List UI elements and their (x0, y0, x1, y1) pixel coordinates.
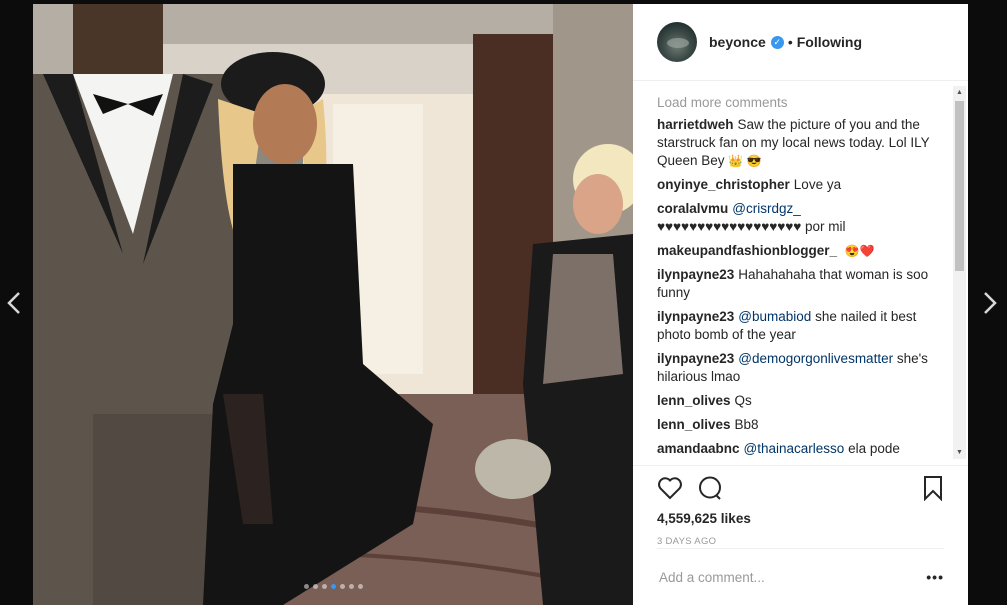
comment-item: ilynpayne23 @bumabiod she nailed it best … (657, 308, 944, 344)
post-modal: beyonce ✓ • Following Load more comments… (33, 4, 968, 605)
comment-mention[interactable]: @crisrdgz_ (732, 201, 800, 216)
photo-scene (33, 4, 633, 605)
comment-username[interactable]: ilynpayne23 (657, 351, 734, 366)
heart-icon[interactable] (657, 475, 683, 501)
scroll-down-arrow-icon[interactable]: ▼ (953, 446, 966, 459)
separator-dot: • (787, 34, 793, 50)
carousel-dot (312, 584, 318, 589)
comment-text: Bb8 (734, 417, 759, 432)
comment-username[interactable]: amandaabnc (657, 441, 740, 456)
comment-item: coralalvmu @crisrdgz_ ♥♥♥♥♥♥♥♥♥♥♥♥♥♥♥♥♥♥ … (657, 200, 944, 236)
comment-username[interactable]: lenn_olives (657, 417, 731, 432)
comment-mention[interactable]: @thainacarlesso (744, 441, 845, 456)
comment-mention[interactable]: @bumabiod (738, 309, 811, 324)
comment-username[interactable]: lenn_olives (657, 393, 731, 408)
carousel-indicator (33, 584, 633, 589)
comment-username[interactable]: ilynpayne23 (657, 267, 734, 282)
following-button[interactable]: Following (797, 34, 862, 50)
chevron-right-icon[interactable] (979, 288, 1001, 318)
comment-item: makeupandfashionblogger_ 😍❤️ (657, 242, 944, 260)
comment-username[interactable]: harrietdweh (657, 117, 734, 132)
comment-icon[interactable] (697, 475, 723, 501)
comment-username[interactable]: makeupandfashionblogger_ (657, 243, 837, 258)
post-header: beyonce ✓ • Following (633, 4, 968, 81)
comment-username[interactable]: ilynpayne23 (657, 309, 734, 324)
comment-emoji: 😍❤️ (844, 244, 875, 258)
comment-text: ela pode (848, 441, 900, 456)
carousel-dot (330, 584, 336, 589)
more-options-icon[interactable]: ••• (926, 569, 944, 585)
post-actions (633, 465, 968, 509)
carousel-dot (348, 584, 354, 589)
scroll-up-arrow-icon[interactable]: ▲ (953, 86, 966, 99)
carousel-dot (339, 584, 345, 589)
comment-item: ilynpayne23 @demogorgonlivesmatter she's … (657, 350, 944, 386)
username-link[interactable]: beyonce (709, 34, 766, 50)
chevron-left-icon[interactable] (3, 288, 25, 318)
carousel-dot (357, 584, 363, 589)
comments-list[interactable]: Load more comments harrietdweh Saw the pi… (633, 81, 968, 461)
avatar[interactable] (657, 22, 697, 62)
post-timestamp[interactable]: 3 DAYS AGO (633, 536, 968, 547)
load-more-comments-button[interactable]: Load more comments (657, 95, 944, 110)
comment-item: onyinye_christopher Love ya (657, 176, 944, 194)
verified-badge-icon: ✓ (770, 35, 784, 49)
comment-item: harrietdweh Saw the picture of you and th… (657, 116, 944, 170)
comment-text: ♥♥♥♥♥♥♥♥♥♥♥♥♥♥♥♥♥♥ por mil (657, 219, 846, 234)
likes-count[interactable]: 4,559,625 likes (633, 511, 968, 526)
comment-username[interactable]: onyinye_christopher (657, 177, 790, 192)
comment-item: lenn_olives Bb8 (657, 416, 944, 434)
comment-username[interactable]: coralalvmu (657, 201, 728, 216)
carousel-dot (321, 584, 327, 589)
comment-item: ilynpayne23 Hahahahaha that woman is soo … (657, 266, 944, 302)
carousel-dot (303, 584, 309, 589)
comment-emoji: 👑 😎 (728, 154, 762, 168)
comment-text: Love ya (793, 177, 842, 192)
comment-mention[interactable]: @demogorgonlivesmatter (738, 351, 893, 366)
comment-item: amandaabnc @thainacarlesso ela pode (657, 440, 944, 458)
bookmark-icon[interactable] (922, 475, 944, 501)
post-photo[interactable] (33, 4, 633, 605)
scrollbar-thumb[interactable] (955, 101, 964, 271)
add-comment-input[interactable] (657, 568, 927, 586)
comment-text: Qs (734, 393, 752, 408)
post-sidebar: beyonce ✓ • Following Load more comments… (633, 4, 968, 605)
add-comment-bar: ••• (657, 548, 944, 605)
comments-scrollbar[interactable]: ▲ ▼ (953, 86, 966, 459)
comment-item: lenn_olives Qs (657, 392, 944, 410)
